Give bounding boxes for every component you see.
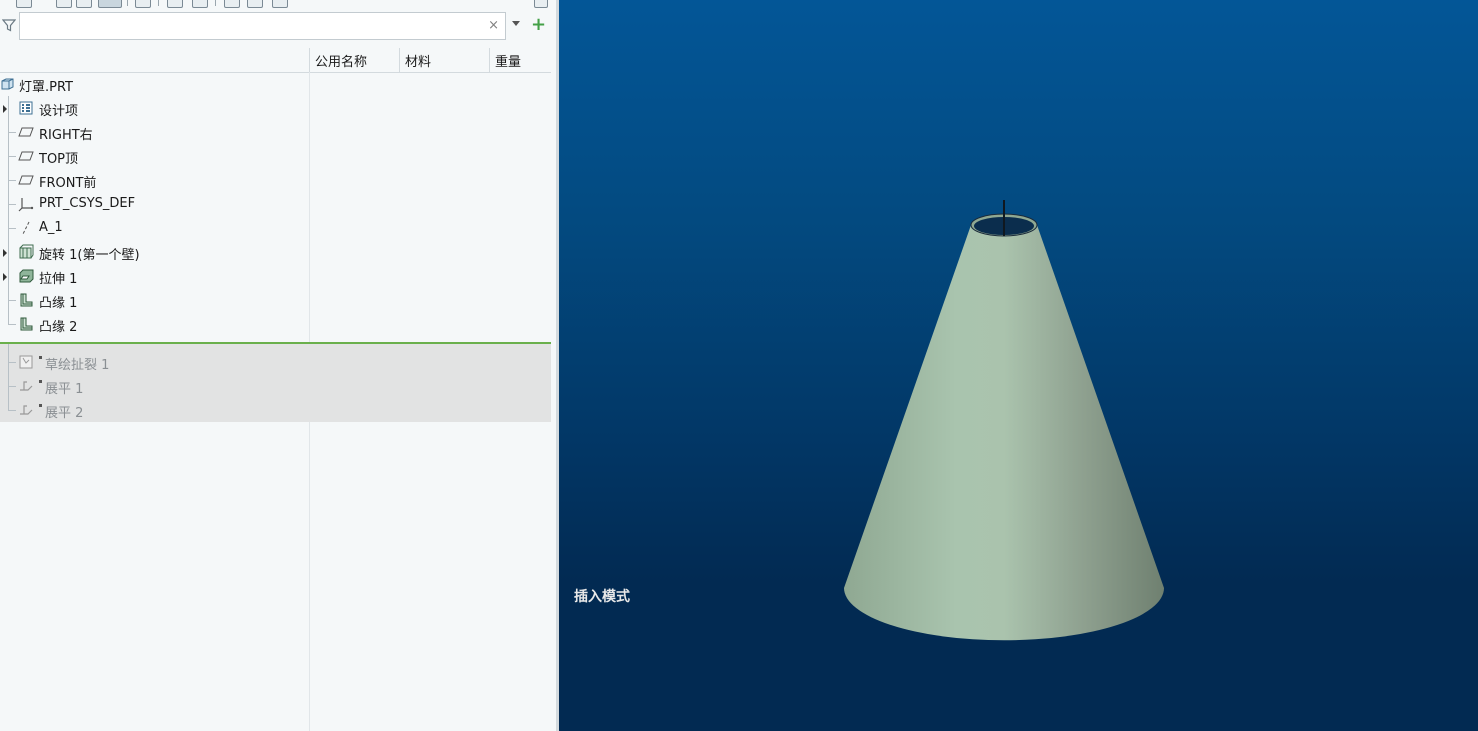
tree-connector (8, 410, 16, 411)
tree-connector (8, 132, 16, 133)
tree-connector (8, 386, 16, 387)
tree-item-label: 展平 1 (45, 382, 84, 397)
toolbar-separator (127, 0, 128, 6)
column-header-weight[interactable]: 重量 (495, 51, 521, 70)
datum-plane-icon (18, 151, 34, 161)
tree-item-label: A_1 (39, 220, 63, 235)
model-tree-panel: × + 公用名称 材料 重量 灯罩.PRT 设计项 RIGHT右 TOP顶 FR… (0, 0, 556, 731)
tree-item-label: TOP顶 (39, 152, 79, 167)
toolbar-icon-10[interactable] (272, 0, 288, 8)
insert-marker-icon (39, 404, 42, 407)
tree-item-label: 凸缘 1 (39, 296, 78, 311)
search-field[interactable]: × (19, 12, 506, 40)
tree-item-design-items[interactable]: 设计项 (0, 96, 551, 120)
tree-item-revolve[interactable]: 旋转 1(第一个壁) (0, 240, 551, 264)
insert-marker-icon (39, 380, 42, 383)
tree-item-label: RIGHT右 (39, 128, 93, 143)
tree-item-flange-2[interactable]: 凸缘 2 (0, 312, 551, 336)
revolve-icon (19, 244, 34, 259)
design-items-icon (19, 101, 33, 115)
tree-item-extrude[interactable]: 拉伸 1 (0, 264, 551, 288)
tree-item-label: 拉伸 1 (39, 272, 78, 287)
expand-arrow-icon[interactable] (3, 249, 7, 257)
tree-connector (8, 180, 16, 181)
model-graphics (559, 200, 1478, 731)
filter-icon[interactable] (2, 18, 16, 32)
panel-menu-icon[interactable] (534, 0, 548, 8)
unbend-icon (20, 405, 33, 415)
tree-connector (8, 156, 16, 157)
flange-icon (20, 293, 33, 307)
insert-marker-icon (39, 356, 42, 359)
expand-arrow-icon[interactable] (3, 105, 7, 113)
column-divider[interactable] (399, 48, 400, 72)
tree-item-axis[interactable]: A_1 (0, 216, 551, 240)
tree-connector (8, 204, 16, 205)
tree-item-label: 凸缘 2 (39, 320, 78, 335)
tree-item-label: 展平 2 (45, 406, 84, 421)
toolbar-icon-6[interactable] (167, 0, 183, 8)
search-input[interactable] (24, 15, 488, 39)
toolbar-icon-3[interactable] (76, 0, 92, 8)
tree-connector (8, 300, 16, 301)
part-icon (1, 78, 14, 90)
column-header-name[interactable]: 公用名称 (315, 51, 367, 70)
tree-item-label: 设计项 (39, 104, 79, 119)
tree-item-label: 旋转 1(第一个壁) (39, 248, 140, 263)
unbend-icon (20, 381, 33, 391)
column-divider[interactable] (309, 48, 310, 72)
tree-item-label: PRT_CSYS_DEF (39, 196, 136, 211)
tree-root-label: 灯罩.PRT (19, 80, 73, 95)
insert-mode-label: 插入模式 (574, 589, 630, 605)
tree-item-front-plane[interactable]: FRONT前 (0, 168, 551, 192)
column-header-material[interactable]: 材料 (405, 51, 431, 70)
flange-icon (20, 317, 33, 331)
cone-body[interactable] (844, 225, 1164, 641)
model-tree-toolbar (0, 0, 556, 8)
tree-item-top-plane[interactable]: TOP顶 (0, 144, 551, 168)
toolbar-icon-9[interactable] (247, 0, 263, 8)
coordinate-system-icon (18, 198, 34, 212)
toolbar-icon-1[interactable] (16, 0, 32, 8)
clear-icon[interactable]: × (488, 18, 499, 34)
toolbar-icon-8[interactable] (224, 0, 240, 8)
toolbar-separator (158, 0, 159, 6)
toolbar-icon-4[interactable] (98, 0, 122, 8)
tree-item-unbend-1[interactable]: 展平 1 (0, 374, 551, 398)
tree-connector (8, 362, 16, 363)
datum-plane-icon (18, 175, 34, 185)
add-icon[interactable]: + (531, 15, 546, 35)
datum-plane-icon (18, 127, 34, 137)
suppressed-features-region: 草绘扯裂 1 展平 1 展平 2 (0, 344, 551, 422)
graphics-viewport[interactable]: 插入模式 (559, 0, 1478, 731)
tree-item-sketched-rip[interactable]: 草绘扯裂 1 (0, 350, 551, 374)
tree-item-unbend-2[interactable]: 展平 2 (0, 398, 551, 422)
tree-item-label: 草绘扯裂 1 (45, 358, 110, 373)
toolbar-icon-2[interactable] (56, 0, 72, 8)
tree-connector (8, 228, 16, 229)
datum-axis-icon (22, 221, 30, 235)
extrude-icon (19, 269, 34, 283)
column-header: 公用名称 材料 重量 (0, 48, 551, 73)
chevron-down-icon[interactable] (512, 21, 520, 26)
sketched-rip-icon (19, 355, 33, 369)
toolbar-icon-5[interactable] (135, 0, 151, 8)
tree-item-label: FRONT前 (39, 176, 97, 191)
tree-item-flange-1[interactable]: 凸缘 1 (0, 288, 551, 312)
tree-item-csys[interactable]: PRT_CSYS_DEF (0, 192, 551, 216)
toolbar-separator (215, 0, 216, 6)
column-divider[interactable] (489, 48, 490, 72)
tree-connector (8, 324, 16, 325)
expand-arrow-icon[interactable] (3, 273, 7, 281)
tree-root[interactable]: 灯罩.PRT (0, 72, 551, 96)
tree-item-right-plane[interactable]: RIGHT右 (0, 120, 551, 144)
toolbar-icon-7[interactable] (192, 0, 208, 8)
